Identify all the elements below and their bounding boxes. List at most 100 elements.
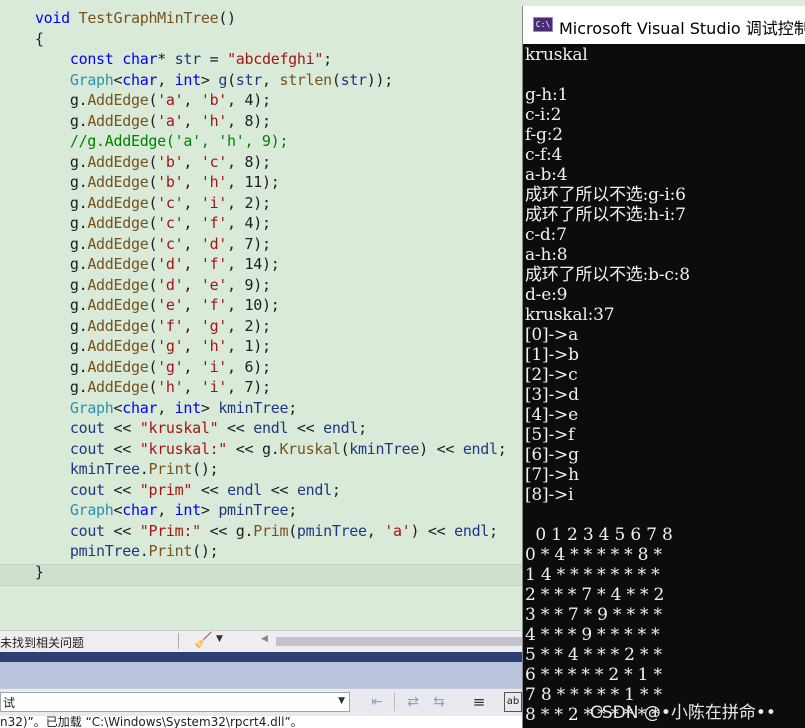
scroll-left-icon[interactable]: ◀ [261,634,268,644]
code-token: ( [148,111,158,130]
separator [394,693,395,711]
horizontal-scrollbar[interactable] [276,637,524,646]
code-line: g.AddEdge('g', 'i', 6); [0,357,271,378]
code-token: 'f' [200,255,228,273]
code-token: 'a' [157,91,184,109]
code-token: int [174,70,202,89]
code-token: ( [227,70,236,89]
clear-all-icon[interactable]: ≡ [470,693,488,711]
code-token: TestGraphMinTree [78,9,219,27]
prev-message-icon[interactable]: ⇄ [404,693,422,711]
code-token: < [113,398,123,417]
code-editor[interactable]: void TestGraphMinTree() { const char* st… [0,0,524,630]
code-line: pminTree.Print(); [0,541,219,562]
code-line: cout << "Prim:" << g.Prim(pminTree, 'a')… [0,521,498,542]
code-token: 'd' [157,275,184,294]
console-line: c-f:4 [525,145,563,165]
code-token: g. [0,111,88,130]
output-toolbar: 试 ▼ ⇤ ⇄ ⇆ ≡ ab [0,688,524,717]
chevron-down-icon[interactable]: ▼ [216,634,223,644]
code-token: < [113,70,123,89]
output-source-label: 试 [3,696,16,710]
code-token: Print [148,460,193,478]
debug-console-window[interactable]: C:\ Microsoft Visual Studio 调试控制台 kruska… [522,6,805,728]
code-token: "Prim:" [139,521,201,540]
console-line: [3]->d [525,385,579,405]
code-token: cout [69,480,105,499]
code-token: Graph [69,398,114,417]
code-token: char [122,398,158,417]
code-token: g. [0,91,88,109]
code-token: ) << [410,521,455,540]
output-source-dropdown[interactable]: 试 ▼ [0,692,350,712]
console-line: [7]->h [525,465,579,485]
code-token: > [200,398,219,417]
code-token: 'e' [157,296,184,314]
code-line: } [0,562,44,583]
code-token: cout [69,439,105,458]
console-line: c-d:7 [525,225,567,245]
code-token: << [218,419,254,437]
code-token: * [157,50,175,68]
code-line: Graph<char, int> pminTree; [0,500,297,521]
code-token: 'h' [200,111,228,130]
code-token: , 11); [227,173,280,191]
code-line: cout << "prim" << endl << endl; [0,480,341,501]
code-token: cout [69,419,105,437]
code-token: 'b' [200,91,228,109]
code-token: , 10); [227,296,280,314]
chevron-down-icon: ▼ [338,696,345,706]
console-line: f-g:2 [525,125,563,145]
code-line: g.AddEdge('d', 'e', 9); [0,275,271,296]
code-token: , [157,70,175,89]
code-token: Print [148,542,193,560]
code-token: g. [0,378,88,396]
console-line: 1 4 * * * * * * * * [525,565,660,585]
code-token: 'b' [157,152,184,171]
code-token: , 6); [227,357,271,376]
code-token: const [69,50,114,68]
word-wrap-icon[interactable]: ab [504,692,522,712]
code-token: kminTree [69,460,140,478]
code-line: g.AddEdge('e', 'f', 10); [0,295,280,316]
code-token: , [183,111,201,130]
code-token: 'a' [384,521,411,540]
next-message-icon[interactable]: ⇆ [430,693,448,711]
code-token: pminTree [69,542,140,560]
code-token: << [192,480,228,499]
code-token: 'g' [157,337,184,355]
code-token: , [183,91,201,109]
code-token: "kruskal" [139,419,219,437]
code-line: void TestGraphMinTree() [0,8,236,29]
code-token: ; [323,50,332,68]
code-token: ( [288,521,297,540]
console-title-bar[interactable]: C:\ Microsoft Visual Studio 调试控制台 [523,6,805,44]
code-token: , 1); [227,337,271,355]
code-token: , 7); [227,378,271,396]
code-token: AddEdge [87,378,149,396]
code-token: endl [296,480,332,499]
console-line: 6 * * * * * 2 * 1 * [525,665,662,685]
code-line: g.AddEdge('g', 'h', 1); [0,336,271,357]
console-line: c-i:2 [525,105,562,125]
code-token: ( [148,91,158,109]
console-title-text: Microsoft Visual Studio 调试控制台 [559,19,805,38]
code-token: kminTree [218,398,289,417]
code-token: Kruskal [279,439,341,458]
code-token: (); [192,460,219,478]
console-line: g-h:1 [525,85,569,105]
code-token: << g. [227,439,280,458]
panel-header-stripe [0,652,524,662]
find-message-icon[interactable]: ⇤ [368,693,386,711]
output-text: n32)”。已加载 “C:\Windows\System32\rpcrt4.dl… [0,716,303,728]
code-line: g.AddEdge('a', 'h', 8); [0,111,271,132]
code-line: g.AddEdge('f', 'g', 2); [0,316,271,337]
cleanup-brush-icon[interactable]: 🧹 [194,631,213,649]
csdn-watermark: CSDN @•小陈在拼命•• [590,703,776,723]
code-token: << [104,439,140,458]
code-token: AddEdge [87,111,149,130]
code-token: ( [148,234,158,253]
code-token: ; [358,419,367,437]
